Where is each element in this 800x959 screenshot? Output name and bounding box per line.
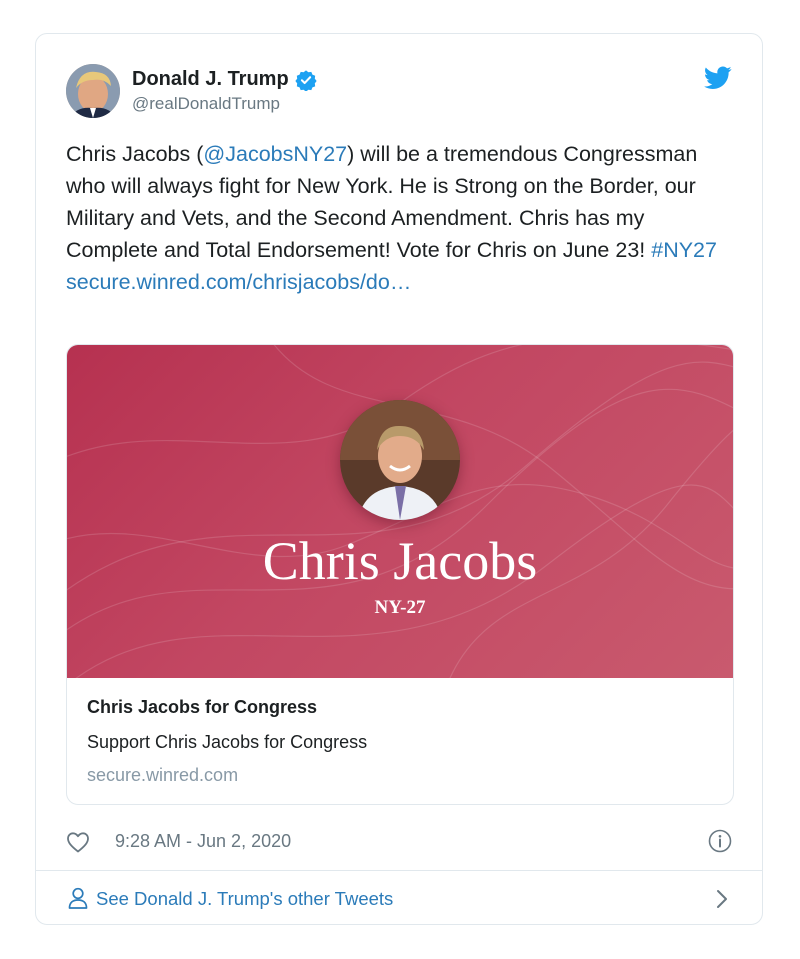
other-tweets-label: See Donald J. Trump's other Tweets xyxy=(96,888,394,909)
link-card[interactable]: Chris Jacobs NY-27 Chris Jacobs for Cong… xyxy=(66,344,734,805)
tweet-text-part1: Chris Jacobs ( xyxy=(66,142,204,166)
link-card-info: Chris Jacobs for Congress Support Chris … xyxy=(87,697,713,786)
tweet-text: Chris Jacobs (@JacobsNY27) will be a tre… xyxy=(66,138,726,298)
hashtag-link[interactable]: #NY27 xyxy=(651,238,717,262)
chevron-right-icon xyxy=(717,890,727,908)
footer-divider xyxy=(36,870,762,871)
author-name[interactable]: Donald J. Trump xyxy=(132,68,317,91)
author-avatar[interactable] xyxy=(66,64,120,118)
other-tweets-link[interactable]: See Donald J. Trump's other Tweets xyxy=(66,885,732,915)
link-card-title: Chris Jacobs for Congress xyxy=(87,697,318,717)
link-card-domain: secure.winred.com xyxy=(87,765,239,785)
author-name-text: Donald J. Trump xyxy=(132,68,289,90)
url-link[interactable]: secure.winred.com/chrisjacobs/do… xyxy=(66,270,411,294)
author-handle[interactable]: @realDonaldTrump xyxy=(132,94,280,114)
banner-candidate-name: Chris Jacobs xyxy=(262,531,538,591)
user-icon xyxy=(68,887,88,909)
verified-badge-icon xyxy=(295,69,317,91)
twitter-bird-icon[interactable] xyxy=(704,66,732,90)
mention-link[interactable]: @JacobsNY27 xyxy=(203,142,347,166)
tweet-timestamp[interactable]: 9:28 AM - Jun 2, 2020 xyxy=(115,831,291,852)
link-card-banner[interactable]: Chris Jacobs NY-27 xyxy=(67,345,733,678)
candidate-portrait xyxy=(340,400,460,520)
banner-district: NY-27 xyxy=(374,597,426,618)
tweet-meta: 9:28 AM - Jun 2, 2020 xyxy=(66,829,732,859)
info-icon[interactable] xyxy=(708,829,732,853)
link-card-description: Support Chris Jacobs for Congress xyxy=(87,732,368,752)
heart-icon[interactable] xyxy=(66,831,90,853)
tweet-header: Donald J. Trump @realDonaldTrump xyxy=(66,64,732,120)
tweet-card: Donald J. Trump @realDonaldTrump Chris J… xyxy=(35,33,763,925)
